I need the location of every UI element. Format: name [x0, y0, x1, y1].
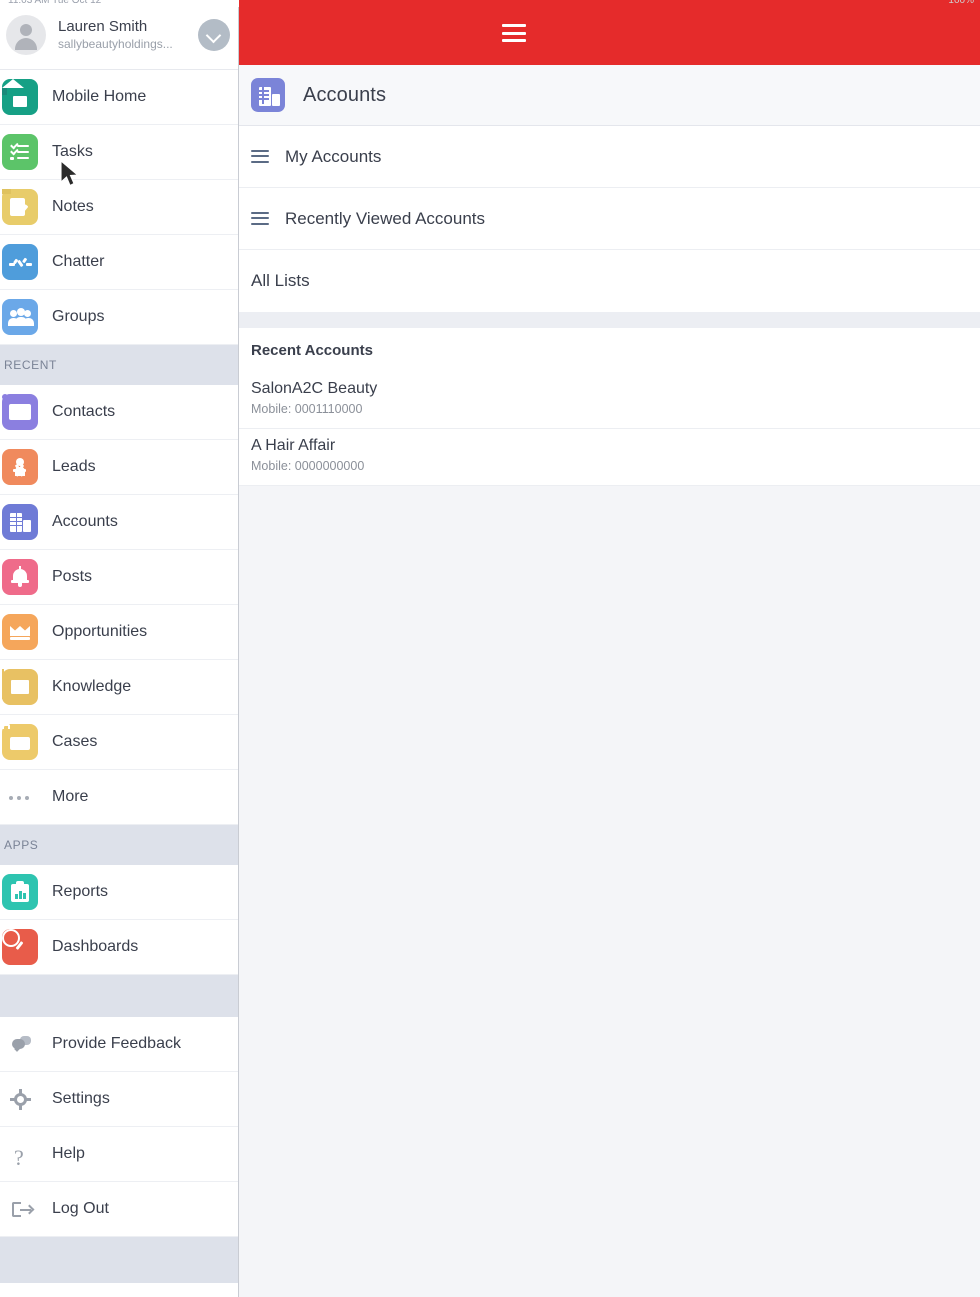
status-bar-right: 100% [948, 0, 974, 6]
list-view-recently-viewed-accounts[interactable]: Recently Viewed Accounts [239, 188, 980, 250]
list-icon [251, 211, 269, 226]
sidebar-item-label: Notes [52, 198, 94, 215]
sidebar-item-label: Knowledge [52, 678, 132, 695]
recent-accounts-heading: Recent Accounts [251, 341, 373, 359]
navigation-drawer: Lauren Smith sallybeautyholdings... Mobi… [0, 0, 239, 1297]
sidebar-item-label: Posts [52, 568, 93, 585]
sidebar-item-label: Opportunities [52, 623, 148, 640]
page-title: Accounts [303, 83, 387, 106]
section-divider-band [239, 312, 980, 328]
user-name: Lauren Smith [58, 18, 148, 35]
account-detail: Mobile: 0000000000 [251, 459, 365, 473]
sidebar-item-mobile-home[interactable]: Mobile Home [0, 70, 238, 125]
status-bar-left: 11:03 AM Tue Oct 12 [8, 0, 102, 6]
briefcase-icon [2, 724, 38, 760]
sidebar-item-label: Tasks [52, 143, 93, 160]
app-top-bar [239, 0, 980, 65]
logout-icon [2, 1191, 38, 1227]
sidebar-item-label: Cases [52, 733, 98, 750]
list-view-label: My Accounts [285, 146, 382, 166]
list-item[interactable]: A Hair Affair Mobile: 0000000000 [239, 429, 980, 486]
sidebar-item-opportunities[interactable]: Opportunities [0, 605, 238, 660]
checklist-icon [2, 134, 38, 170]
sidebar-item-label: Settings [52, 1090, 110, 1107]
sidebar-item-accounts[interactable]: Accounts [0, 495, 238, 550]
sidebar-item-cases[interactable]: Cases [0, 715, 238, 770]
list-view-label: All Lists [251, 271, 310, 290]
list-view-all-lists[interactable]: All Lists [239, 250, 980, 312]
sidebar-item-label: Chatter [52, 253, 105, 270]
sidebar-item-dashboards[interactable]: Dashboards [0, 920, 238, 975]
sidebar-item-contacts[interactable]: Contacts [0, 385, 238, 440]
feedback-icon [2, 1026, 38, 1062]
recent-accounts-section: Recent Accounts SalonA2C Beauty Mobile: … [239, 328, 980, 486]
sidebar-item-log-out[interactable]: Log Out [0, 1182, 238, 1237]
sidebar-item-reports[interactable]: Reports [0, 865, 238, 920]
building-icon [2, 504, 38, 540]
gauge-icon [2, 929, 38, 965]
bell-icon [2, 559, 38, 595]
drawer-bottom-band [0, 1237, 238, 1283]
user-profile-header[interactable]: Lauren Smith sallybeautyholdings... [0, 0, 238, 70]
sidebar-item-settings[interactable]: Settings [0, 1072, 238, 1127]
crown-icon [2, 614, 38, 650]
waveform-icon [2, 244, 38, 280]
chevron-down-icon[interactable] [198, 19, 230, 51]
list-icon [251, 149, 269, 164]
section-header-recent: RECENT [0, 345, 238, 385]
account-name: SalonA2C Beauty [251, 380, 378, 397]
sidebar-item-label: Help [52, 1145, 85, 1162]
accounts-building-icon [251, 78, 285, 112]
sidebar-item-label: Dashboards [52, 938, 139, 955]
sidebar-item-knowledge[interactable]: Knowledge [0, 660, 238, 715]
user-org: sallybeautyholdings... [58, 37, 173, 51]
sidebar-item-label: Provide Feedback [52, 1035, 181, 1052]
person-avatar-icon [6, 14, 46, 55]
sidebar-item-more[interactable]: More [0, 770, 238, 825]
account-detail: Mobile: 0001110000 [251, 402, 363, 416]
sidebar-item-posts[interactable]: Posts [0, 550, 238, 605]
home-icon [2, 79, 38, 115]
hamburger-icon[interactable] [502, 24, 526, 42]
sidebar-item-label: Contacts [52, 403, 116, 420]
list-views: My Accounts Recently Viewed Accounts All… [239, 126, 980, 312]
sidebar-item-label: Reports [52, 883, 109, 900]
list-item[interactable]: SalonA2C Beauty Mobile: 0001110000 [239, 372, 980, 429]
sidebar-item-label: Accounts [52, 513, 118, 530]
gear-icon [2, 1081, 38, 1117]
sidebar-item-chatter[interactable]: Chatter [0, 235, 238, 290]
sidebar-item-label: More [52, 788, 89, 805]
clipboard-chart-icon [2, 874, 38, 910]
ellipsis-icon [2, 779, 38, 815]
groups-icon [2, 299, 38, 335]
sidebar-item-label: Leads [52, 458, 96, 475]
status-bar: 11:03 AM Tue Oct 12 100% [0, 0, 980, 7]
sidebar-item-label: Log Out [52, 1200, 109, 1217]
section-header-apps: APPS [0, 825, 238, 865]
question-mark-icon: ? [14, 1145, 24, 1170]
sidebar-item-label: Mobile Home [52, 88, 147, 105]
account-name: A Hair Affair [251, 437, 336, 454]
sidebar-item-label: Groups [52, 308, 105, 325]
contact-card-icon [2, 394, 38, 430]
sidebar-item-notes[interactable]: Notes [0, 180, 238, 235]
object-header: Accounts [239, 65, 980, 126]
book-icon [2, 669, 38, 705]
list-view-my-accounts[interactable]: My Accounts [239, 126, 980, 188]
list-view-label: Recently Viewed Accounts [285, 208, 486, 228]
sidebar-item-groups[interactable]: Groups [0, 290, 238, 345]
note-icon [2, 189, 38, 225]
sidebar-item-help[interactable]: ? Help [0, 1127, 238, 1182]
sidebar-item-tasks[interactable]: Tasks [0, 125, 238, 180]
sidebar-item-leads[interactable]: Leads [0, 440, 238, 495]
drawer-spacer-band [0, 975, 238, 1017]
lead-star-icon [2, 449, 38, 485]
sidebar-item-provide-feedback[interactable]: Provide Feedback [0, 1017, 238, 1072]
